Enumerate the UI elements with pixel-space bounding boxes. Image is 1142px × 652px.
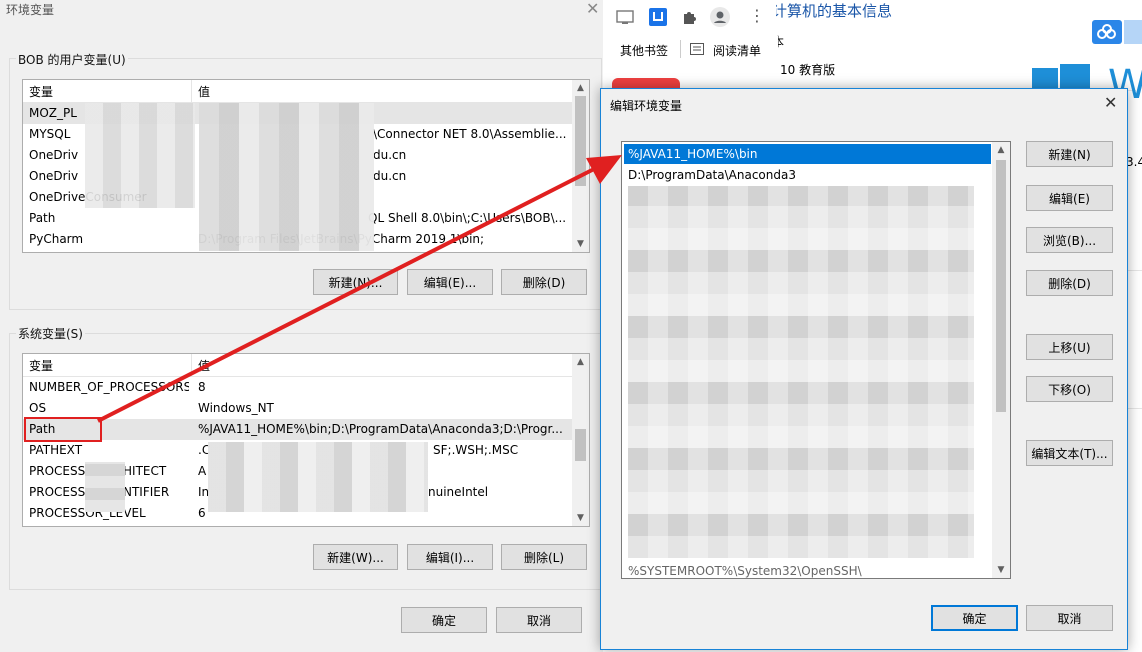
annotation-arrow [97,155,622,423]
